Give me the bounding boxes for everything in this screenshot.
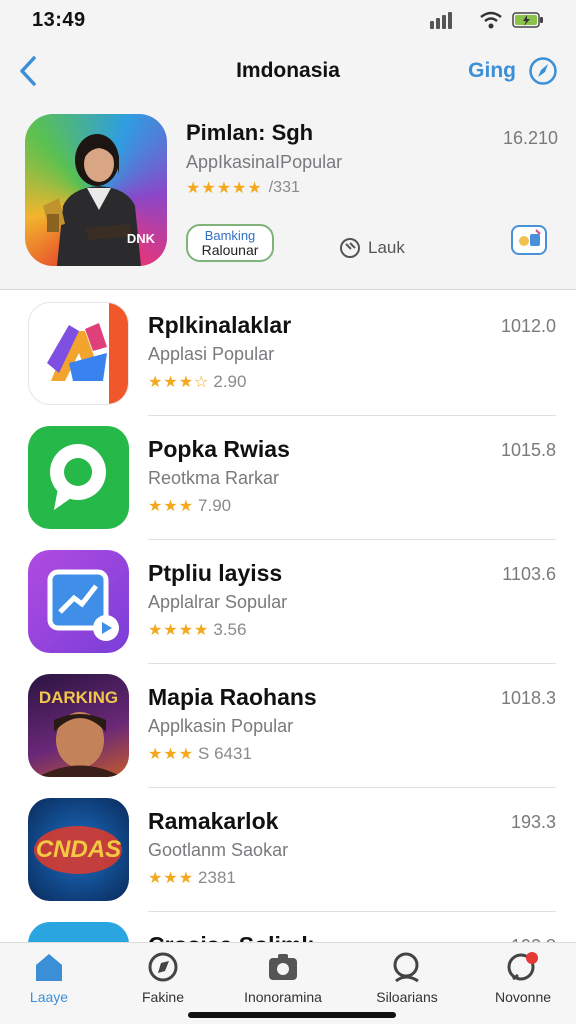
featured-app-card[interactable]: DNK Pimlan: Sgh AppIkasinaIPopular ★★★★★… [0,102,576,290]
app-logo-icon [47,303,128,404]
tab-media[interactable]: Inonoramina [228,951,338,1005]
featured-link-button[interactable]: Lauk [338,236,405,260]
app-rating: ★★★ S 6431 [148,744,252,764]
app-size: 193.3 [510,812,556,832]
camera-icon [269,954,297,980]
list-item[interactable]: DARKING Mapia Raohans Applkasin Popular … [0,664,576,788]
list-item[interactable]: Ptpliu layiss Applalrar Sopular ★★★★ 3.5… [0,540,576,664]
tab-explore[interactable]: Fakine [108,951,218,1005]
compass-icon [148,952,178,982]
featured-get-button[interactable]: Bamking Ralounar [186,224,274,262]
signal-icon [430,12,452,29]
app-rating: ★★★ 7.90 [148,496,231,516]
featured-app-rating: ★★★★★ /331 [186,178,300,198]
back-chevron-icon[interactable] [14,54,44,88]
rating-count: 2.90 [213,372,247,391]
rating-stars: ★★★ [148,498,195,515]
tab-label: Novonne [494,989,552,1005]
app-name: Mapia Raohans [148,684,317,710]
wifi-icon [480,11,502,29]
app-name: Ptpliu layiss [148,560,283,586]
app-icon-text: DARKING [38,688,119,707]
tab-label: Inonoramina [244,989,322,1005]
app-subtitle: Applkasin Popular [148,716,294,736]
tab-notifications[interactable]: Novonne [468,951,576,1005]
share-icon[interactable] [510,224,548,256]
link-label: Lauk [368,238,405,257]
nav-action-button[interactable]: Ging [468,59,516,83]
rating-stars: ★★★★★ [186,180,263,197]
status-bar: 13:49 [0,0,576,40]
pill-bottom-label: Ralounar [201,242,259,258]
app-icon[interactable] [28,426,129,529]
tab-home[interactable]: Laaye [0,951,104,1005]
featured-app-name: Pimlan: Sgh [186,120,314,145]
app-rating: ★★★ 2381 [148,868,236,888]
home-icon [36,954,62,981]
app-rating: ★★★★ 3.56 [148,620,246,640]
app-size: 1015.8 [500,440,556,460]
home-indicator [188,1012,396,1018]
tab-search[interactable]: Siloarians [352,951,462,1005]
nav-bar: Imdonasia Ging [0,40,576,102]
photo-editor-icon [47,569,119,641]
tab-label: Laaye [29,989,69,1005]
status-icons [430,11,544,29]
app-name: Rplkinalaklar [148,312,292,338]
rating-count: S 6431 [198,744,252,763]
rating-stars: ★★★☆ [148,374,210,391]
app-icon[interactable]: DARKING [28,674,129,777]
nav-right-actions: Ging [468,56,558,86]
app-subtitle: Gootlanm Saokar [148,840,289,860]
app-icon[interactable] [28,550,129,653]
app-icon-text: CNDAS [35,836,122,863]
list-item[interactable]: CNDAS Ramakarlok Gootlanm Saokar ★★★ 238… [0,788,576,912]
rating-stars: ★★★ [148,870,195,887]
app-name: Ramakarlok [148,808,279,834]
app-subtitle: Reotkma Rarkar [148,468,280,488]
status-time: 13:49 [32,8,86,31]
link-icon [340,238,360,258]
app-icon[interactable]: CNDAS [28,798,129,901]
featured-app-subtitle: AppIkasinaIPopular [186,152,343,172]
featured-app-size: 16.210 [502,128,558,148]
rating-count: 3.56 [213,620,247,639]
pill-top-label: Bamking [204,228,256,243]
app-size: 1012.0 [500,316,556,336]
app-size: 1018.3 [500,688,556,708]
battery-icon [512,12,543,28]
rating-count: 7.90 [198,496,232,515]
tab-label: Siloarians [376,989,438,1005]
chat-bubble-icon [50,444,106,510]
app-name: Popka Rwias [148,436,290,462]
list-item[interactable]: Rplkinalaklar Applasi Popular ★★★☆ 2.90 … [0,292,576,416]
app-subtitle: Applalrar Sopular [148,592,288,612]
search-icon [393,952,419,983]
compass-icon[interactable] [528,56,558,86]
rating-stars: ★★★★ [148,622,210,639]
app-rating: ★★★☆ 2.90 [148,372,246,392]
list-item[interactable]: Popka Rwias Reotkma Rarkar ★★★ 7.90 1015… [0,416,576,540]
featured-app-icon[interactable]: DNK [25,114,167,266]
app-icon[interactable] [28,302,129,405]
app-subtitle: Applasi Popular [148,344,275,364]
tab-label: Fakine [141,989,185,1005]
rating-stars: ★★★ [148,746,195,763]
rating-count: /331 [268,179,300,196]
page-title: Imdonasia [236,59,340,82]
notification-icon [507,952,538,981]
featured-icon-badge: DNK [126,231,155,246]
app-size: 1103.6 [502,564,556,584]
rating-count: 2381 [198,868,236,887]
